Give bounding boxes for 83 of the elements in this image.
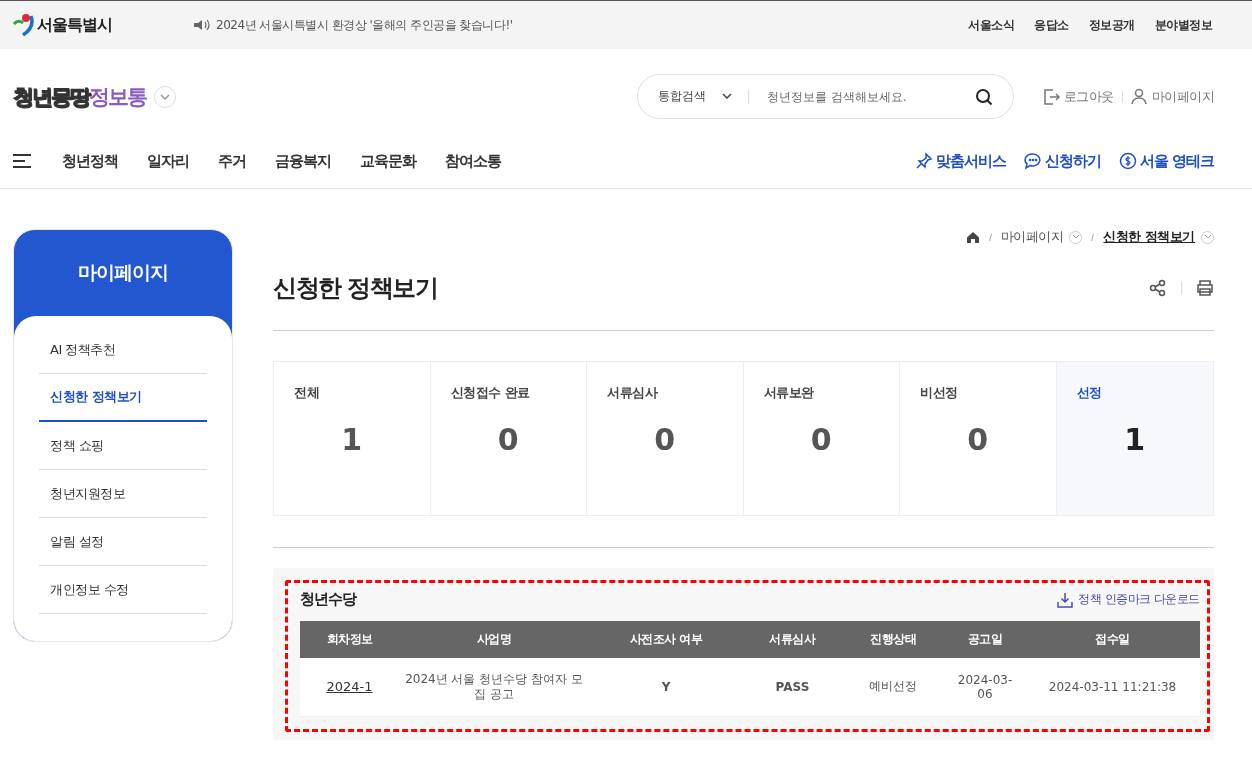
column-header: 서류심사: [743, 621, 842, 658]
nav-menu-item[interactable]: 참여소통: [445, 151, 501, 171]
sidebar-item[interactable]: 신청한 정책보기: [39, 374, 207, 422]
chevron-down-icon: [1203, 234, 1212, 240]
table-cell: 예비선정: [841, 658, 945, 716]
status-label: 비선정: [920, 384, 959, 402]
share-icon: [1149, 278, 1167, 297]
breadcrumb-link[interactable]: 마이페이지: [1000, 228, 1064, 246]
top-link[interactable]: 정보공개: [1088, 16, 1135, 34]
nav-menu-item[interactable]: 청년정책: [62, 151, 118, 171]
speaker-icon: [193, 19, 211, 31]
chevron-down-icon: [159, 92, 171, 101]
pin-icon: [914, 152, 933, 170]
brand-name: 서울특별시: [37, 14, 112, 36]
round-link[interactable]: 2024-1: [326, 679, 373, 695]
print-button[interactable]: [1196, 278, 1214, 297]
sidebar-item[interactable]: 알림 설정: [39, 518, 207, 566]
table-cell: 2024-03-06: [945, 658, 1025, 716]
site-logo[interactable]: 청년몽땅정보통: [13, 82, 146, 111]
column-header: 회차정보: [300, 621, 400, 658]
column-header: 사전조사 여부: [589, 621, 743, 658]
status-card[interactable]: 서류심사 0: [587, 362, 744, 515]
top-link[interactable]: 응답소: [1034, 16, 1069, 34]
quick-link[interactable]: 맞춤서비스: [914, 151, 1006, 171]
status-count: 1: [340, 422, 364, 457]
status-count: 0: [809, 422, 833, 457]
status-label: 전체: [294, 384, 320, 402]
search-scope[interactable]: 통합검색: [658, 88, 706, 105]
menu-button[interactable]: [13, 154, 31, 168]
status-label: 신청접수 완료: [450, 384, 531, 402]
status-card[interactable]: 비선정 0: [900, 362, 1057, 515]
status-count: 0: [966, 422, 990, 457]
status-label: 서류심사: [607, 384, 659, 402]
status-card[interactable]: 전체 1: [274, 362, 431, 515]
chat-bubble-icon: [1023, 152, 1042, 170]
status-count: 0: [496, 422, 520, 457]
breadcrumb-link[interactable]: 신청한 정책보기: [1103, 228, 1195, 246]
nav-menu-item[interactable]: 교육문화: [360, 151, 416, 171]
column-header: 진행상태: [841, 621, 945, 658]
person-icon: [1130, 87, 1149, 106]
top-link[interactable]: 분야별정보: [1154, 16, 1212, 34]
status-card[interactable]: 서류보완 0: [743, 362, 900, 515]
sidebar-item[interactable]: 정책 쇼핑: [39, 422, 207, 470]
header-link[interactable]: 마이페이지: [1130, 87, 1214, 106]
status-label: 선정: [1076, 384, 1103, 402]
quick-link[interactable]: 서울 영테크: [1118, 151, 1214, 171]
share-button[interactable]: [1149, 278, 1167, 297]
status-label: 서류보완: [763, 384, 815, 402]
download-icon: [1057, 591, 1074, 608]
page-title: 신청한 정책보기: [273, 272, 438, 304]
home-icon: [965, 230, 980, 244]
nav-menu-item[interactable]: 일자리: [147, 151, 189, 171]
table-cell: 2024년 서울 청년수당 참여자 모집 공고: [399, 658, 590, 716]
sidebar-item[interactable]: 개인정보 수정: [39, 566, 207, 614]
nav-menu-item[interactable]: 주거: [218, 151, 246, 171]
menu-icon: [13, 154, 31, 168]
printer-icon: [1196, 278, 1214, 297]
table-cell: Y: [589, 658, 743, 716]
column-header: 접수일: [1025, 621, 1200, 658]
download-link[interactable]: 정책 인증마크 다운로드: [1057, 591, 1200, 608]
table-cell: PASS: [743, 658, 842, 716]
top-link[interactable]: 서울소식: [968, 16, 1014, 34]
status-count: 0: [653, 422, 677, 457]
sidebar-title: 마이페이지: [77, 260, 169, 285]
city-logo-icon: [13, 13, 35, 37]
nav-menu-item[interactable]: 금융복지: [275, 151, 331, 171]
coin-icon: [1118, 152, 1137, 170]
chevron-down-icon: [722, 93, 732, 100]
status-card[interactable]: 선정 1: [1056, 362, 1213, 515]
sidebar-item[interactable]: AI 정책추천: [39, 326, 207, 374]
search-icon: [975, 87, 993, 106]
header-link[interactable]: 로그아웃: [1042, 87, 1114, 106]
table-cell: 2024-03-11 11:21:38: [1025, 658, 1200, 716]
logout-icon: [1042, 87, 1061, 106]
sidebar-item[interactable]: 청년지원정보: [39, 470, 207, 518]
section-title: 청년수당: [300, 590, 356, 609]
chevron-down-icon: [1071, 234, 1080, 240]
status-card[interactable]: 신청접수 완료 0: [430, 362, 587, 515]
column-header: 공고일: [945, 621, 1025, 658]
status-count: 1: [1123, 422, 1147, 457]
column-header: 사업명: [399, 621, 590, 658]
notice-link[interactable]: 2024년 서울시특별시 환경상 '올해의 주인공을 찾습니다!': [216, 16, 513, 34]
quick-link[interactable]: 신청하기: [1023, 151, 1101, 171]
